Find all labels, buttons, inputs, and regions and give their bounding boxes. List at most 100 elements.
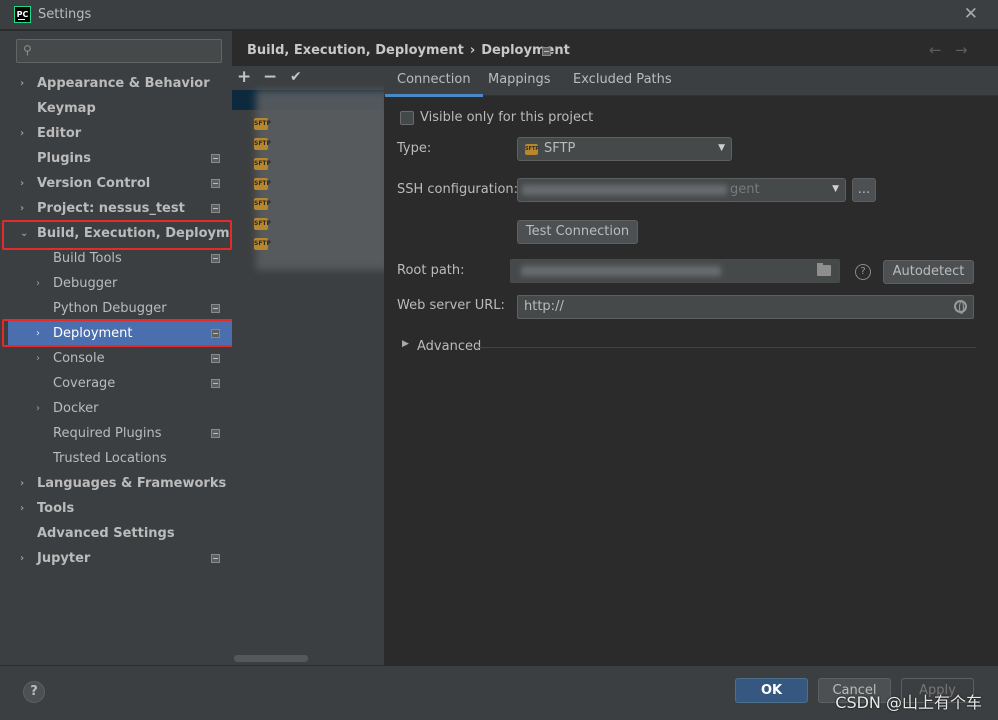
chevron-right-icon[interactable]: › — [20, 196, 30, 221]
use-as-default-button[interactable]: ✔ — [290, 69, 302, 85]
project-level-icon — [211, 379, 220, 388]
chevron-right-icon[interactable]: › — [20, 121, 30, 146]
search-icon: ⚲ — [23, 43, 32, 57]
chevron-down-icon[interactable]: ⌄ — [20, 221, 30, 246]
sidebar-item-build-tools[interactable]: Build Tools — [0, 246, 232, 271]
sidebar-item-label: Python Debugger — [53, 301, 167, 316]
add-server-button[interactable]: + — [237, 67, 251, 87]
sidebar-item-label: Languages & Frameworks — [37, 476, 227, 491]
web-server-url-label: Web server URL: — [397, 298, 505, 313]
forward-arrow-icon[interactable]: → — [955, 41, 968, 59]
sidebar-item-tools[interactable]: › Tools — [0, 496, 232, 521]
sidebar-item-label: Required Plugins — [53, 426, 162, 441]
chevron-right-icon[interactable]: › — [36, 271, 46, 296]
ok-button[interactable]: OK — [735, 678, 808, 703]
ssh-configuration-dropdown[interactable]: gent ▼ — [517, 178, 846, 202]
web-server-url-field[interactable]: http:// — [517, 295, 974, 319]
sidebar-item-version-control[interactable]: › Version Control — [0, 171, 232, 196]
project-level-icon — [211, 429, 220, 438]
csdn-watermark: CSDN @山上有个车 — [835, 693, 982, 712]
chevron-right-icon[interactable]: › — [20, 471, 30, 496]
sidebar-item-editor[interactable]: › Editor — [0, 121, 232, 146]
settings-tree: › Appearance & Behavior Keymap › Editor Plugi… — [0, 71, 254, 571]
web-server-url-value: http:// — [524, 299, 564, 314]
type-value: SFTP — [544, 141, 576, 156]
expand-arrow-icon[interactable]: ▶ — [402, 339, 409, 349]
chevron-right-icon[interactable]: › — [36, 346, 46, 371]
chevron-right-icon[interactable]: › — [20, 71, 30, 96]
tab-excluded-paths[interactable]: Excluded Paths — [573, 72, 672, 87]
sidebar-item-deployment[interactable]: › Deployment — [8, 321, 232, 346]
sidebar-item-docker[interactable]: › Docker — [0, 396, 232, 421]
deployment-tabs: Connection Mappings Excluded Paths — [384, 66, 998, 97]
test-connection-button[interactable]: Test Connection — [517, 220, 638, 244]
chevron-right-icon[interactable]: › — [36, 396, 46, 421]
sidebar-item-label: Keymap — [37, 101, 96, 116]
project-level-icon — [211, 179, 220, 188]
project-level-icon — [211, 204, 220, 213]
project-level-icon — [211, 304, 220, 313]
type-dropdown[interactable]: SFTP SFTP ▼ — [517, 137, 732, 161]
chevron-right-icon[interactable]: › — [20, 496, 30, 521]
sftp-server-icon: SFTP — [254, 218, 271, 230]
sidebar-item-keymap[interactable]: Keymap — [0, 96, 232, 121]
root-path-field[interactable] — [510, 259, 840, 283]
help-icon[interactable]: ? — [855, 264, 871, 280]
remove-server-button[interactable]: − — [263, 67, 277, 87]
server-list[interactable]: SFTP SFTP SFTP SFTP SFTP SFTP SFTP — [232, 90, 390, 650]
horizontal-scrollbar[interactable] — [234, 655, 308, 662]
sidebar-item-advanced-settings[interactable]: Advanced Settings — [0, 521, 232, 546]
breadcrumb-parent: Build, Execution, Deployment — [247, 43, 464, 58]
close-icon[interactable]: ✕ — [964, 4, 978, 24]
chevron-right-icon[interactable]: › — [20, 171, 30, 196]
sidebar-item-python-debugger[interactable]: Python Debugger — [0, 296, 232, 321]
sidebar-item-label: Build, Execution, Deployment — [37, 226, 254, 241]
sidebar-item-jupyter[interactable]: › Jupyter — [0, 546, 232, 571]
sftp-icon: SFTP — [525, 144, 539, 155]
sidebar-item-coverage[interactable]: Coverage — [0, 371, 232, 396]
sidebar-item-appearance-behavior[interactable]: › Appearance & Behavior — [0, 71, 232, 96]
sidebar-item-project-nessus-test[interactable]: › Project: nessus_test — [0, 196, 232, 221]
advanced-section-label[interactable]: Advanced — [417, 339, 481, 354]
blurred-server-names — [256, 90, 390, 270]
sidebar-item-console[interactable]: › Console — [0, 346, 232, 371]
tab-connection[interactable]: Connection — [385, 72, 483, 97]
dialog-footer: ? OK Cancel Apply CSDN @山上有个车 — [0, 665, 998, 720]
globe-icon[interactable] — [954, 300, 967, 314]
chevron-down-icon: ▼ — [718, 143, 725, 153]
project-level-icon — [211, 254, 220, 263]
tab-mappings[interactable]: Mappings — [488, 72, 551, 87]
sidebar-item-label: Coverage — [53, 376, 116, 391]
folder-icon[interactable] — [817, 263, 831, 276]
sidebar-item-build-execution-deployment[interactable]: ⌄ Build, Execution, Deployment — [0, 221, 254, 246]
autodetect-button[interactable]: Autodetect — [883, 260, 974, 284]
sidebar-item-languages-frameworks[interactable]: › Languages & Frameworks — [0, 471, 232, 496]
settings-search[interactable]: ⚲ — [16, 39, 222, 63]
project-level-icon — [211, 354, 220, 363]
ssh-configuration-more-button[interactable]: ... — [852, 178, 876, 202]
breadcrumb-separator: › — [469, 43, 476, 58]
sidebar-item-debugger[interactable]: › Debugger — [0, 271, 232, 296]
sftp-server-icon: SFTP — [254, 138, 271, 150]
sftp-server-icon: SFTP — [254, 178, 271, 190]
sidebar-item-label: Trusted Locations — [53, 451, 167, 466]
chevron-right-icon[interactable]: › — [20, 546, 30, 571]
breadcrumb-current: Deployment — [481, 43, 570, 58]
sftp-server-icon: SFTP — [254, 158, 271, 170]
visible-only-checkbox[interactable] — [400, 111, 414, 125]
search-input[interactable] — [39, 42, 217, 60]
deployment-content: Connection Mappings Excluded Paths Visib… — [384, 66, 998, 665]
breadcrumb: Build, Execution, Deployment › Deployment — [247, 43, 570, 58]
sidebar-item-label: Advanced Settings — [37, 526, 175, 541]
project-level-icon — [211, 154, 220, 163]
root-path-label: Root path: — [397, 263, 465, 278]
sidebar-item-label: Console — [53, 351, 105, 366]
sidebar-item-trusted-locations[interactable]: Trusted Locations — [0, 446, 232, 471]
back-arrow-icon[interactable]: ← — [929, 41, 942, 59]
window-title: Settings — [38, 7, 92, 22]
project-level-icon — [211, 554, 220, 563]
sidebar-item-required-plugins[interactable]: Required Plugins — [0, 421, 232, 446]
help-button[interactable]: ? — [23, 681, 45, 703]
sidebar-item-plugins[interactable]: Plugins — [0, 146, 232, 171]
chevron-right-icon[interactable]: › — [36, 321, 46, 346]
